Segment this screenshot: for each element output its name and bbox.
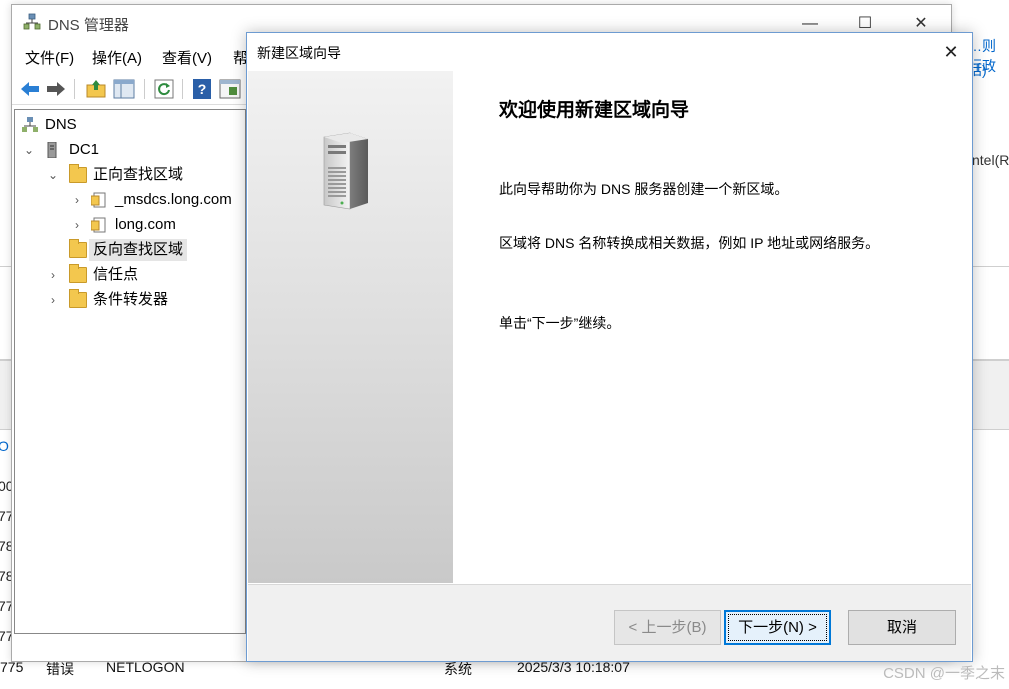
- chevron-right-icon[interactable]: ›: [47, 289, 59, 311]
- wizard-paragraph-1: 此向导帮助你为 DNS 服务器创建一个新区域。: [499, 181, 789, 197]
- tree-label: DC1: [69, 141, 100, 158]
- server-icon: [47, 142, 57, 158]
- menu-action[interactable]: 操作(A): [92, 47, 142, 68]
- tree-label: 条件转发器: [93, 291, 169, 308]
- chevron-down-icon[interactable]: ⌄: [47, 164, 59, 186]
- back-icon[interactable]: [18, 77, 42, 101]
- folder-icon: [69, 289, 87, 308]
- wizard-title: 新建区域向导: [257, 45, 341, 61]
- watermark: CSDN @一季之末: [883, 665, 1005, 682]
- forward-icon[interactable]: [44, 77, 68, 101]
- back-button[interactable]: < 上一步(B): [614, 610, 721, 645]
- wizard-side-banner: [248, 71, 453, 583]
- chevron-right-icon[interactable]: ›: [47, 264, 59, 286]
- menu-file[interactable]: 文件(F): [25, 47, 74, 68]
- zone-file-icon: [91, 217, 106, 233]
- tree-label: 反向查找区域: [89, 239, 188, 261]
- dns-tree-pane: DNS ⌄ DC1 ⌄ 正向查找区域 › _msdcs.long.com › l…: [14, 109, 246, 634]
- tree-label: _msdcs.long.com: [115, 191, 232, 208]
- server-tower-icon: [323, 132, 368, 210]
- event-level: 错误: [46, 661, 74, 677]
- folder-icon: [69, 264, 87, 283]
- tree-label: long.com: [115, 216, 176, 233]
- wizard-title-bar[interactable]: 新建区域向导 ✕: [247, 33, 972, 71]
- tree-label: 正向查找区域: [93, 166, 184, 183]
- tree-label: 信任点: [93, 266, 139, 283]
- chevron-right-icon[interactable]: ›: [71, 214, 83, 236]
- chevron-down-icon[interactable]: ⌄: [23, 139, 35, 161]
- svg-text:?: ?: [198, 81, 207, 97]
- wizard-button-bar: < 上一步(B) 下一步(N) > 取消: [248, 584, 971, 661]
- show-hide-tree-icon[interactable]: [112, 77, 136, 101]
- dns-app-icon: [23, 13, 41, 30]
- wizard-paragraph-2: 区域将 DNS 名称转换成相关数据，例如 IP 地址或网络服务。: [499, 235, 880, 251]
- folder-icon: [69, 164, 87, 183]
- dns-network-icon: [22, 117, 38, 132]
- close-icon[interactable]: ✕: [936, 39, 966, 65]
- folder-icon: [69, 239, 87, 258]
- zone-file-icon: [91, 192, 106, 208]
- toolbar-separator: [74, 79, 75, 99]
- next-button[interactable]: 下一步(N) >: [724, 610, 831, 645]
- properties-icon[interactable]: [218, 77, 242, 101]
- dns-window-title: DNS 管理器: [48, 17, 129, 34]
- cancel-button[interactable]: 取消: [848, 610, 956, 645]
- new-zone-wizard-dialog: 新建区域向导 ✕ 欢迎使用新建区域向导 此向导帮助你为 DNS 服务器创建一个新…: [246, 32, 973, 662]
- toolbar-separator: [144, 79, 145, 99]
- toolbar-separator: [182, 79, 183, 99]
- bg-text-3: ntel(R: [972, 152, 1009, 168]
- tree-label: DNS: [45, 116, 77, 133]
- wizard-paragraph-3: 单击“下一步”继续。: [499, 315, 621, 331]
- menu-view[interactable]: 查看(V): [162, 47, 212, 68]
- help-icon[interactable]: ?: [190, 77, 214, 101]
- up-folder-icon[interactable]: [84, 77, 108, 101]
- chevron-right-icon[interactable]: ›: [71, 189, 83, 211]
- wizard-heading: 欢迎使用新建区域向导: [499, 100, 690, 121]
- refresh-icon[interactable]: [152, 77, 176, 101]
- event-category: 系统: [444, 661, 472, 677]
